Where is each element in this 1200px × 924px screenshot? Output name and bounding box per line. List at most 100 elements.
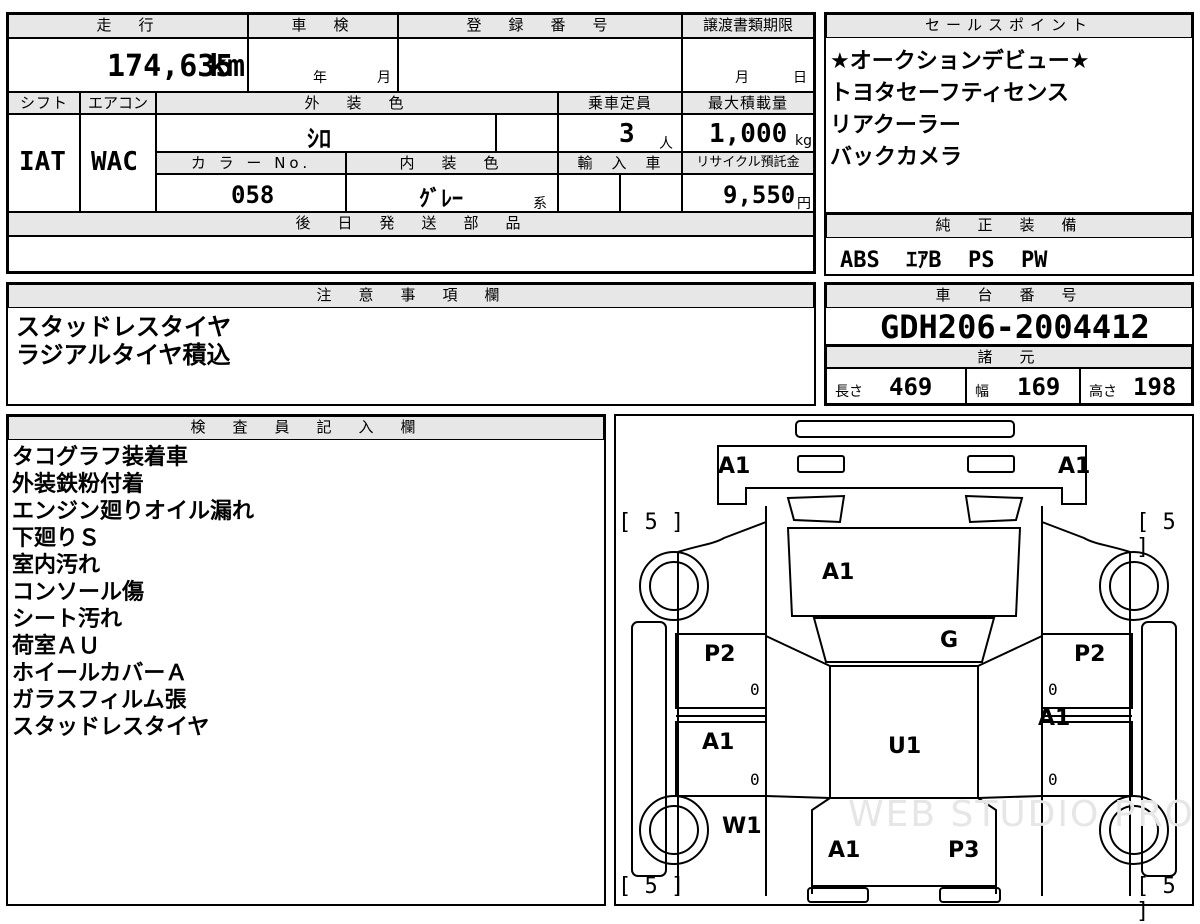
length-value: 469 (889, 373, 933, 401)
capacity-header: 乗車定員 (558, 92, 682, 114)
max-load-value: 1,000 (709, 119, 788, 149)
recycle-header: リサイクル預託金 (682, 152, 814, 174)
height-label: 高さ (1089, 384, 1117, 400)
exterior-color-value: ｼﾛ (307, 125, 331, 152)
exterior-color-extra-cell (496, 114, 558, 152)
tire-front-right: [ 5 ] (1136, 510, 1176, 560)
vehicle-info-table: 走 行 車 検 登 録 番 号 譲渡書類期限 174,635 km 年 月 月 … (6, 12, 816, 274)
recycle-value: 9,550 (723, 181, 796, 209)
recycle-cell: 9,550 円 (682, 174, 814, 212)
specs-box: 諸 元 長さ 469 幅 169 高さ 198 (824, 344, 1194, 406)
aircon-value: WAC (91, 147, 138, 177)
transfer-deadline-header: 譲渡書類期限 (682, 14, 814, 38)
inspection-header: 車 検 (248, 14, 398, 38)
shift-cell: IAT (8, 114, 80, 212)
exterior-color-cell: ｼﾛ (156, 114, 496, 152)
mark-rear-gate: P3 (948, 838, 980, 863)
max-load-cell: 1,000 kg (682, 114, 814, 152)
mark-front-door-right: P2 (1074, 642, 1106, 667)
genuine-equipment-box: 純 正 装 備 ABS ｴｱB PS PW (824, 212, 1194, 276)
width-value: 169 (1017, 373, 1061, 401)
deadline-cell: 月 日 (682, 38, 814, 92)
inspector-box: 検 査 員 記 入 欄 タコグラフ装着車 外装鉄粉付着 エンジン廻りオイル漏れ … (6, 414, 606, 906)
tire-rear-left: [ 5 ] (618, 874, 685, 899)
tire-front-left: [ 5 ] (618, 510, 685, 535)
door-zero-front-left: 0 (750, 680, 760, 699)
sales-point-1: ★オークションデビュー★ (830, 49, 1090, 74)
later-parts-header: 後 日 発 送 部 品 (8, 212, 814, 236)
aircon-header: エアコン (80, 92, 156, 114)
inspector-item-11: スタッドレスタイヤ (12, 715, 210, 740)
sales-points-box: セールスポイント ★オークションデビュー★ トヨタセーフティセンス リアクーラー… (824, 12, 1194, 216)
vehicle-diagram-box: WEB STUDIO PRO A1 A1 A1 G P2 P2 A1 A1 U1… (614, 414, 1195, 924)
note-2: ラジアルタイヤ積込 (16, 341, 231, 369)
interior-color-suffix: 系 (533, 196, 547, 212)
registration-header: 登 録 番 号 (398, 14, 682, 38)
sales-point-3: リアクーラー (830, 113, 961, 138)
mileage-cell: 174,635 km (8, 38, 248, 92)
inspector-item-10: ガラスフィルム張 (12, 688, 187, 713)
capacity-cell: 3 人 (558, 114, 682, 152)
inspector-item-5: 室内汚れ (12, 553, 101, 578)
chassis-box: 車 台 番 号 GDH206-2004412 (824, 282, 1194, 346)
inspector-item-3: エンジン廻りオイル漏れ (12, 499, 255, 524)
inspector-header: 検 査 員 記 入 欄 (8, 416, 604, 440)
mark-hood: A1 (822, 560, 855, 585)
watermark: WEB STUDIO PRO (848, 794, 1195, 835)
interior-color-value: ｸﾞﾚｰ (419, 187, 464, 212)
genuine-equipment-value: ABS ｴｱB PS PW (840, 248, 1048, 273)
inspector-item-2: 外装鉄粉付着 (12, 472, 145, 497)
mark-windshield: G (940, 628, 959, 653)
capacity-value: 3 (619, 119, 635, 149)
sales-point-4: バックカメラ (830, 145, 963, 170)
note-1: スタッドレスタイヤ (16, 313, 232, 341)
mark-front-door-left: P2 (704, 642, 736, 667)
later-parts-cell (8, 236, 814, 272)
exterior-color-header: 外 装 色 (156, 92, 558, 114)
inspector-item-4: 下廻りＳ (12, 526, 101, 551)
import-header: 輸 入 車 (558, 152, 682, 174)
aircon-cell: WAC (80, 114, 156, 212)
door-zero-front-right: 0 (1048, 680, 1058, 699)
interior-color-cell: ｸﾞﾚｰ 系 (346, 174, 558, 212)
specs-header: 諸 元 (826, 346, 1192, 368)
mileage-header: 走 行 (8, 14, 248, 38)
notes-header: 注 意 事 項 欄 (8, 284, 814, 308)
mark-rear-door-left: A1 (702, 730, 735, 755)
length-label: 長さ (835, 384, 863, 400)
height-value: 198 (1133, 373, 1177, 401)
deadline-month: 月 (735, 70, 749, 86)
inspection-month: 月 (377, 70, 391, 86)
import-cell (558, 174, 620, 212)
tire-rear-right: [ 5 ] (1136, 874, 1176, 924)
mark-front-right: A1 (1058, 454, 1091, 479)
shift-value: IAT (19, 147, 66, 177)
inspector-item-9: ホイールカバーＡ (12, 661, 188, 686)
recycle-unit: 円 (797, 196, 811, 212)
color-no-header: カ ラ ー No. (156, 152, 346, 174)
inspection-cell: 年 月 (248, 38, 398, 92)
width-cell: 幅 169 (966, 368, 1080, 404)
inspector-item-7: シート汚れ (12, 607, 123, 632)
inspector-item-6: コンソール傷 (12, 580, 145, 605)
max-load-unit: kg (795, 133, 812, 149)
sales-point-2: トヨタセーフティセンス (830, 81, 1069, 106)
max-load-header: 最大積載量 (682, 92, 814, 114)
inspector-item-1: タコグラフ装着車 (12, 445, 189, 470)
mark-roof: U1 (888, 734, 922, 759)
inspection-year: 年 (313, 70, 327, 86)
color-no-value: 058 (231, 181, 275, 209)
capacity-unit: 人 (659, 136, 673, 152)
sales-points-header: セールスポイント (826, 14, 1192, 38)
genuine-equipment-header: 純 正 装 備 (826, 214, 1192, 238)
deadline-day: 日 (793, 70, 807, 86)
height-cell: 高さ 198 (1080, 368, 1192, 404)
notes-box: 注 意 事 項 欄 スタッドレスタイヤ ラジアルタイヤ積込 (6, 282, 816, 406)
chassis-header: 車 台 番 号 (826, 284, 1192, 308)
inspector-item-8: 荷室ＡＵ (12, 634, 101, 659)
interior-color-header: 内 装 色 (346, 152, 558, 174)
mark-rear-door-right: A1 (1038, 706, 1071, 731)
mark-rear-wheel-left: W1 (722, 814, 762, 839)
width-label: 幅 (975, 384, 989, 400)
mileage-unit: km (209, 49, 246, 84)
